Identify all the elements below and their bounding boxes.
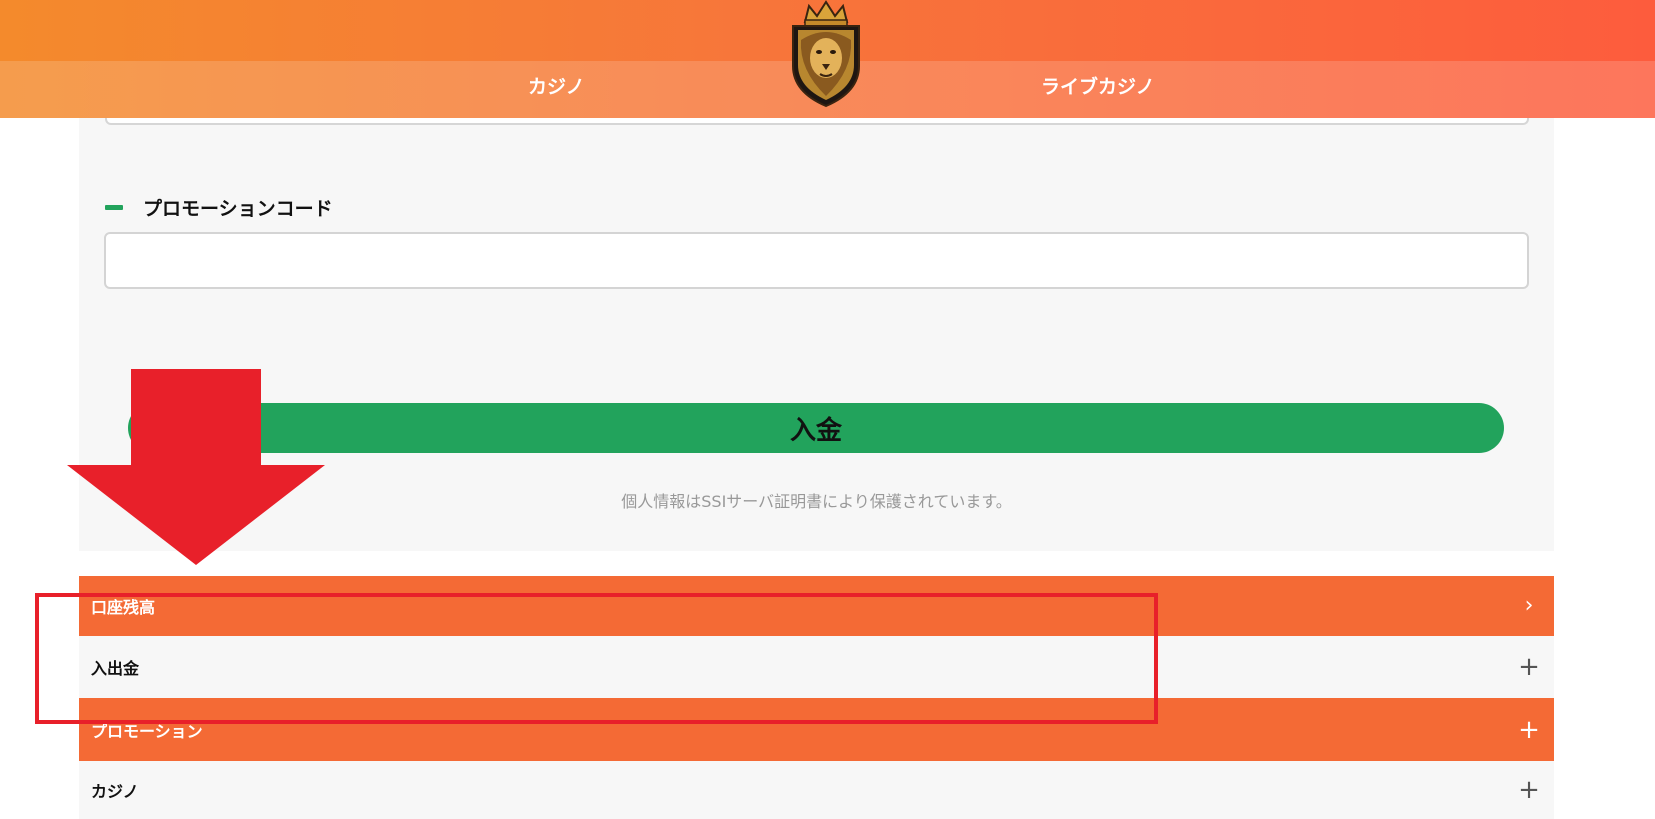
promo-code-label-row: プロモーションコード	[105, 194, 333, 220]
plus-icon: +	[1518, 652, 1540, 682]
nav-casino[interactable]: カジノ	[528, 74, 585, 100]
nav-live-casino[interactable]: ライブカジノ	[1041, 74, 1155, 100]
chevron-right-icon: ›	[1524, 593, 1534, 618]
plus-icon: +	[1518, 714, 1540, 745]
lion-crown-logo-icon[interactable]	[787, 0, 865, 108]
promo-code-label: プロモーションコード	[143, 197, 333, 220]
deposit-button[interactable]: 入金	[128, 403, 1504, 453]
menu-item-label: カジノ	[91, 782, 139, 801]
menu-item-casino[interactable]: カジノ +	[79, 761, 1554, 819]
promo-code-input[interactable]	[104, 232, 1529, 289]
red-highlight-box	[35, 593, 1158, 724]
dash-marker-icon	[105, 204, 123, 210]
red-down-arrow-icon	[67, 369, 325, 565]
plus-icon: +	[1518, 775, 1540, 805]
